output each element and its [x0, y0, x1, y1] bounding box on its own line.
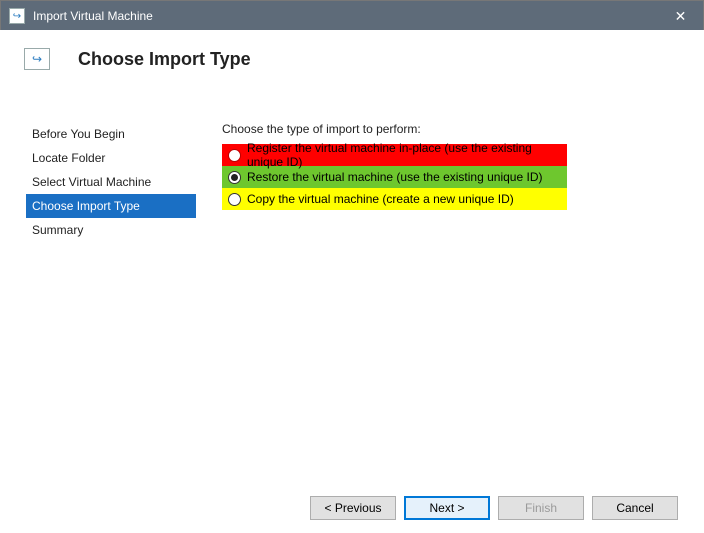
wizard-header: ↪ Choose Import Type — [0, 30, 704, 90]
wizard-nav: Before You Begin Locate Folder Select Vi… — [26, 122, 196, 483]
nav-item-choose-import-type[interactable]: Choose Import Type — [26, 194, 196, 218]
page-title: Choose Import Type — [78, 49, 251, 70]
wizard-footer: < Previous Next > Finish Cancel — [0, 483, 704, 533]
nav-item-locate-folder[interactable]: Locate Folder — [26, 146, 196, 170]
radio-icon — [228, 149, 241, 162]
import-type-prompt: Choose the type of import to perform: — [222, 122, 678, 136]
radio-icon — [228, 171, 241, 184]
window-title: Import Virtual Machine — [33, 9, 153, 23]
previous-button[interactable]: < Previous — [310, 496, 396, 520]
close-button[interactable]: ✕ — [658, 1, 703, 31]
option-label: Restore the virtual machine (use the exi… — [247, 170, 542, 184]
nav-item-summary[interactable]: Summary — [26, 218, 196, 242]
wizard-content: Choose the type of import to perform: Re… — [196, 122, 678, 483]
option-register-in-place[interactable]: Register the virtual machine in-place (u… — [222, 144, 567, 166]
wizard-client: ↪ Choose Import Type Before You Begin Lo… — [0, 30, 704, 533]
next-button[interactable]: Next > — [404, 496, 490, 520]
import-icon: ↪ — [24, 48, 50, 70]
option-restore[interactable]: Restore the virtual machine (use the exi… — [222, 166, 567, 188]
option-copy[interactable]: Copy the virtual machine (create a new u… — [222, 188, 567, 210]
option-label: Copy the virtual machine (create a new u… — [247, 192, 514, 206]
nav-item-select-vm[interactable]: Select Virtual Machine — [26, 170, 196, 194]
wizard-body: Before You Begin Locate Folder Select Vi… — [0, 122, 704, 483]
radio-icon — [228, 193, 241, 206]
nav-item-before-you-begin[interactable]: Before You Begin — [26, 122, 196, 146]
close-icon: ✕ — [675, 8, 687, 25]
option-label: Register the virtual machine in-place (u… — [247, 141, 561, 169]
cancel-button[interactable]: Cancel — [592, 496, 678, 520]
app-icon: ↪ — [9, 8, 25, 24]
titlebar: ↪ Import Virtual Machine ✕ — [1, 1, 703, 31]
finish-button[interactable]: Finish — [498, 496, 584, 520]
